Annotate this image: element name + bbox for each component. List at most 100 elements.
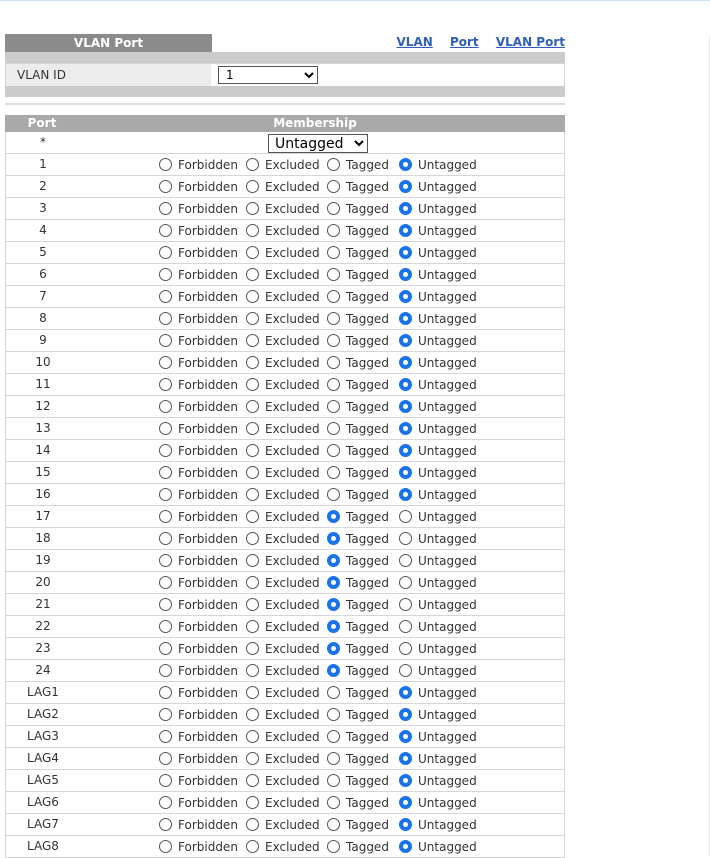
radio-button[interactable] [246,202,259,215]
radio-button[interactable] [159,422,172,435]
radio-button[interactable] [327,576,340,589]
radio-button[interactable] [246,224,259,237]
radio-button[interactable] [159,158,172,171]
radio-button[interactable] [246,818,259,831]
radio-button[interactable] [399,356,412,369]
radio-button[interactable] [399,246,412,259]
radio-button[interactable] [399,444,412,457]
nav-link-vlan-port[interactable]: VLAN Port [496,35,565,49]
radio-button[interactable] [159,400,172,413]
radio-button[interactable] [327,356,340,369]
radio-button[interactable] [159,246,172,259]
radio-button[interactable] [399,664,412,677]
radio-button[interactable] [327,708,340,721]
radio-button[interactable] [399,730,412,743]
radio-button[interactable] [246,268,259,281]
radio-button[interactable] [327,334,340,347]
radio-button[interactable] [399,708,412,721]
radio-button[interactable] [327,158,340,171]
radio-button[interactable] [399,312,412,325]
radio-button[interactable] [399,752,412,765]
radio-button[interactable] [327,510,340,523]
radio-button[interactable] [246,312,259,325]
radio-button[interactable] [159,334,172,347]
radio-button[interactable] [399,422,412,435]
radio-button[interactable] [246,576,259,589]
radio-button[interactable] [399,290,412,303]
radio-button[interactable] [159,686,172,699]
radio-button[interactable] [159,664,172,677]
radio-button[interactable] [399,510,412,523]
radio-button[interactable] [246,334,259,347]
radio-button[interactable] [399,202,412,215]
radio-button[interactable] [159,510,172,523]
radio-button[interactable] [399,224,412,237]
radio-button[interactable] [327,400,340,413]
radio-button[interactable] [246,488,259,501]
radio-button[interactable] [159,532,172,545]
radio-button[interactable] [399,532,412,545]
radio-button[interactable] [246,752,259,765]
radio-button[interactable] [327,642,340,655]
radio-button[interactable] [327,268,340,281]
all-ports-membership-select[interactable]: Untagged [268,134,368,153]
radio-button[interactable] [399,268,412,281]
radio-button[interactable] [159,620,172,633]
radio-button[interactable] [246,378,259,391]
radio-button[interactable] [246,620,259,633]
radio-button[interactable] [159,598,172,611]
radio-button[interactable] [159,488,172,501]
radio-button[interactable] [327,840,340,853]
radio-button[interactable] [327,686,340,699]
radio-button[interactable] [399,334,412,347]
radio-button[interactable] [246,840,259,853]
radio-button[interactable] [159,730,172,743]
radio-button[interactable] [159,466,172,479]
radio-button[interactable] [327,488,340,501]
radio-button[interactable] [246,730,259,743]
nav-link-vlan[interactable]: VLAN [397,35,433,49]
radio-button[interactable] [327,796,340,809]
radio-button[interactable] [246,796,259,809]
radio-button[interactable] [399,158,412,171]
radio-button[interactable] [159,202,172,215]
radio-button[interactable] [399,796,412,809]
radio-button[interactable] [327,312,340,325]
radio-button[interactable] [399,598,412,611]
radio-button[interactable] [159,312,172,325]
radio-button[interactable] [399,378,412,391]
radio-button[interactable] [159,290,172,303]
radio-button[interactable] [159,752,172,765]
radio-button[interactable] [399,466,412,479]
radio-button[interactable] [246,290,259,303]
radio-button[interactable] [327,444,340,457]
radio-button[interactable] [159,818,172,831]
nav-link-port[interactable]: Port [450,35,479,49]
radio-button[interactable] [327,422,340,435]
radio-button[interactable] [246,422,259,435]
radio-button[interactable] [159,444,172,457]
radio-button[interactable] [159,356,172,369]
radio-button[interactable] [159,224,172,237]
radio-button[interactable] [399,488,412,501]
radio-button[interactable] [246,510,259,523]
radio-button[interactable] [246,180,259,193]
radio-button[interactable] [246,158,259,171]
radio-button[interactable] [327,818,340,831]
radio-button[interactable] [159,774,172,787]
radio-button[interactable] [246,686,259,699]
radio-button[interactable] [399,840,412,853]
radio-button[interactable] [327,224,340,237]
radio-button[interactable] [327,664,340,677]
radio-button[interactable] [327,554,340,567]
radio-button[interactable] [159,554,172,567]
radio-button[interactable] [399,180,412,193]
radio-button[interactable] [246,642,259,655]
radio-button[interactable] [327,532,340,545]
radio-button[interactable] [399,642,412,655]
radio-button[interactable] [327,598,340,611]
radio-button[interactable] [399,554,412,567]
radio-button[interactable] [159,576,172,589]
radio-button[interactable] [159,796,172,809]
radio-button[interactable] [159,378,172,391]
